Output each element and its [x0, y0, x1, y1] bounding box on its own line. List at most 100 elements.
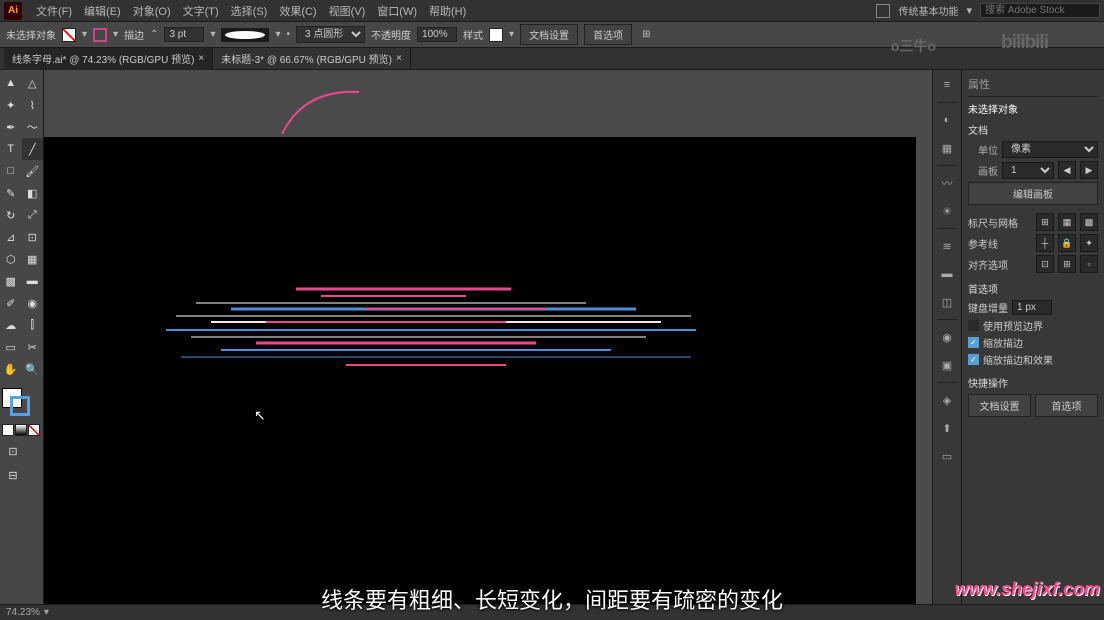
- grid-icon[interactable]: ▦: [1058, 213, 1076, 231]
- menu-edit[interactable]: 编辑(E): [78, 3, 127, 19]
- chevron-down-icon[interactable]: ▾: [82, 29, 87, 40]
- snap-pixel-icon[interactable]: ▫: [1080, 255, 1098, 273]
- transparency-grid-icon[interactable]: ▩: [1080, 213, 1098, 231]
- gradient-mode-icon[interactable]: [15, 424, 27, 436]
- checkbox-preview-bounds[interactable]: [968, 320, 979, 331]
- menu-select[interactable]: 选择(S): [225, 3, 274, 19]
- menu-effect[interactable]: 效果(C): [273, 3, 322, 19]
- curvature-tool[interactable]: 〜: [22, 116, 44, 138]
- color-panel-icon[interactable]: ◐: [936, 109, 958, 131]
- chevron-down-icon[interactable]: ▾: [44, 607, 49, 618]
- width-tool[interactable]: ⊿: [0, 226, 22, 248]
- hand-tool[interactable]: ✋: [0, 358, 22, 380]
- guides-lock-icon[interactable]: 🔒: [1058, 234, 1076, 252]
- gradient-panel-icon[interactable]: ▬: [936, 263, 958, 285]
- search-input[interactable]: [980, 3, 1100, 18]
- symbols-panel-icon[interactable]: ☀: [936, 200, 958, 222]
- opacity-input[interactable]: [417, 27, 457, 42]
- graph-tool[interactable]: ⫿: [22, 314, 44, 336]
- layers-panel-icon[interactable]: ◈: [936, 389, 958, 411]
- free-transform-tool[interactable]: ⊡: [22, 226, 44, 248]
- chevron-down-icon[interactable]: ⌃: [150, 29, 158, 40]
- eraser-tool[interactable]: ◧: [22, 182, 44, 204]
- menu-view[interactable]: 视图(V): [323, 3, 372, 19]
- brush-preview[interactable]: [221, 28, 269, 42]
- checkbox-scale-strokes[interactable]: ✓: [968, 354, 979, 365]
- line-tool[interactable]: ╱: [22, 138, 44, 160]
- tab-doc-2[interactable]: 未标题-3* @ 66.67% (RGB/GPU 预览)×: [213, 48, 411, 70]
- slice-tool[interactable]: ✂: [22, 336, 44, 358]
- appearance-panel-icon[interactable]: ◉: [936, 326, 958, 348]
- menu-file[interactable]: 文件(F): [30, 3, 78, 19]
- checkbox-scale-corners[interactable]: ✓: [968, 337, 979, 348]
- close-icon[interactable]: ×: [396, 53, 402, 64]
- arrange-docs-icon[interactable]: [876, 4, 890, 18]
- smart-guides-icon[interactable]: ✦: [1080, 234, 1098, 252]
- menu-window[interactable]: 窗口(W): [371, 3, 423, 19]
- fill-none-icon[interactable]: [62, 28, 76, 42]
- stroke-swatch[interactable]: [93, 28, 107, 42]
- preferences-button[interactable]: 首选项: [584, 24, 632, 45]
- guides-show-icon[interactable]: ┼: [1036, 234, 1054, 252]
- snap-grid-icon[interactable]: ⊞: [1058, 255, 1076, 273]
- chevron-down-icon[interactable]: ▾: [275, 29, 280, 40]
- stroke-panel-icon[interactable]: ≋: [936, 235, 958, 257]
- preferences-button[interactable]: 首选项: [1035, 394, 1098, 417]
- gradient-tool[interactable]: ▬: [22, 270, 44, 292]
- stroke-swatch[interactable]: [10, 396, 30, 416]
- none-mode-icon[interactable]: [28, 424, 40, 436]
- asset-export-panel-icon[interactable]: ⬆: [936, 417, 958, 439]
- mesh-tool[interactable]: ▩: [0, 270, 22, 292]
- shaper-tool[interactable]: ✎: [0, 182, 22, 204]
- artboard-tool[interactable]: ▭: [0, 336, 22, 358]
- rotate-tool[interactable]: ↻: [0, 204, 22, 226]
- snap-point-icon[interactable]: ⊡: [1036, 255, 1054, 273]
- transparency-panel-icon[interactable]: ◫: [936, 291, 958, 313]
- prev-artboard-icon[interactable]: ◀: [1058, 161, 1076, 179]
- rectangle-tool[interactable]: □: [0, 160, 22, 182]
- style-swatch[interactable]: [489, 28, 503, 42]
- symbol-sprayer-tool[interactable]: ☁: [0, 314, 22, 336]
- menu-type[interactable]: 文字(T): [177, 3, 225, 19]
- fill-stroke-swatches[interactable]: [0, 386, 43, 422]
- doc-setup-button[interactable]: 文档设置: [520, 24, 578, 45]
- paintbrush-tool[interactable]: 🖌: [22, 160, 44, 182]
- pen-tool[interactable]: ✒: [0, 116, 22, 138]
- menu-help[interactable]: 帮助(H): [423, 3, 472, 19]
- scale-tool[interactable]: ⤢: [22, 204, 44, 226]
- type-tool[interactable]: T: [0, 138, 22, 160]
- perspective-tool[interactable]: ▦: [22, 248, 44, 270]
- next-artboard-icon[interactable]: ▶: [1080, 161, 1098, 179]
- swatches-panel-icon[interactable]: ▦: [936, 137, 958, 159]
- align-icon[interactable]: ⊞: [642, 29, 650, 40]
- properties-panel-icon[interactable]: ≡: [936, 74, 958, 96]
- doc-setup-button[interactable]: 文档设置: [968, 394, 1031, 417]
- edit-artboard-button[interactable]: 编辑画板: [968, 182, 1098, 205]
- ruler-icon[interactable]: ⊞: [1036, 213, 1054, 231]
- tab-doc-1[interactable]: 线条字母.ai* @ 74.23% (RGB/GPU 预览)×: [4, 48, 213, 70]
- zoom-tool[interactable]: 🔍: [22, 358, 44, 380]
- chevron-down-icon[interactable]: ▾: [509, 29, 514, 40]
- unit-select[interactable]: 像素: [1002, 141, 1098, 158]
- workspace-switcher[interactable]: 传统基本功能: [898, 3, 958, 18]
- chevron-down-icon[interactable]: ▾: [113, 29, 118, 40]
- stroke-weight-input[interactable]: [164, 27, 204, 42]
- key-increment-input[interactable]: [1012, 300, 1052, 315]
- selection-tool[interactable]: ▲: [0, 72, 22, 94]
- artboard-select[interactable]: 1: [1002, 162, 1054, 179]
- color-mode-icon[interactable]: [2, 424, 14, 436]
- zoom-level[interactable]: 74.23%: [6, 607, 40, 618]
- close-icon[interactable]: ×: [198, 53, 204, 64]
- blend-tool[interactable]: ◉: [22, 292, 44, 314]
- eyedropper-tool[interactable]: ✐: [0, 292, 22, 314]
- chevron-down-icon[interactable]: ▾: [210, 29, 215, 40]
- canvas[interactable]: ↖: [44, 70, 932, 618]
- menu-object[interactable]: 对象(O): [127, 3, 177, 19]
- brushes-panel-icon[interactable]: 〰: [936, 172, 958, 194]
- shape-builder-tool[interactable]: ⬡: [0, 248, 22, 270]
- screen-mode-icon[interactable]: ⊟: [2, 464, 24, 486]
- artboards-panel-icon[interactable]: ▭: [936, 445, 958, 467]
- variable-width-dropdown[interactable]: 3 点圆形: [296, 26, 365, 43]
- draw-mode-icon[interactable]: ⊡: [2, 440, 24, 462]
- graphic-styles-panel-icon[interactable]: ▣: [936, 354, 958, 376]
